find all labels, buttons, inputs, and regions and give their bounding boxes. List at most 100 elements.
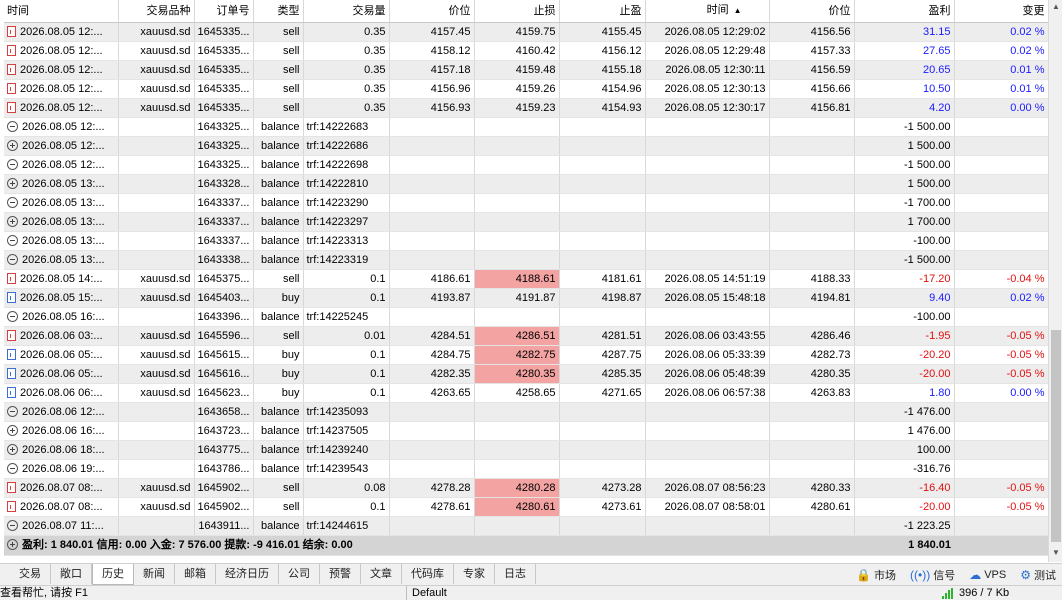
table-row[interactable]: 2026.08.06 06:... xauusd.sd 1645623... buy 0… bbox=[4, 383, 1048, 403]
tab-5[interactable]: 经济日历 bbox=[216, 564, 279, 584]
table-row[interactable]: 2026.08.05 12:... 1643325... balance trf:14… bbox=[4, 136, 1048, 156]
table-row[interactable]: 2026.08.05 14:... xauusd.sd 1645375... sell… bbox=[4, 269, 1048, 289]
tab-10[interactable]: 专家 bbox=[454, 564, 495, 584]
tab-11[interactable]: 日志 bbox=[495, 564, 536, 584]
table-row[interactable]: 2026.08.05 16:... 1643396... balance trf:14… bbox=[4, 307, 1048, 327]
signals-button[interactable]: ((•)) 信号 bbox=[910, 567, 955, 583]
tab-7[interactable]: 预警 bbox=[320, 564, 361, 584]
cell-type: sell bbox=[253, 269, 304, 289]
cell-sl bbox=[474, 117, 560, 137]
minus-circle-icon bbox=[7, 158, 18, 170]
buy-deal-icon bbox=[7, 386, 16, 398]
header-row: 时间 交易品种 订单号 类型 交易量 价位 止损 止盈 时间 ▲ 价位 盈利 变更 bbox=[4, 0, 1048, 23]
cell-time-text: 2026.08.07 08:... bbox=[20, 481, 103, 494]
table-row[interactable]: 2026.08.05 13:... 1643328... balance trf:14… bbox=[4, 174, 1048, 194]
cell-order: 1643337... bbox=[194, 231, 254, 251]
summary-profit: 1 840.01 bbox=[854, 535, 954, 556]
minus-circle-icon bbox=[7, 310, 18, 322]
history-grid[interactable]: 时间 交易品种 订单号 类型 交易量 价位 止损 止盈 时间 ▲ 价位 盈利 变更… bbox=[4, 0, 1048, 558]
col-header-profit[interactable]: 盈利 bbox=[854, 0, 955, 23]
table-row[interactable]: 2026.08.07 08:... xauusd.sd 1645902... sell… bbox=[4, 497, 1048, 517]
table-row[interactable]: 2026.08.06 03:... xauusd.sd 1645596... sell… bbox=[4, 326, 1048, 346]
tab-0[interactable]: 交易 bbox=[10, 564, 51, 584]
cell-sl bbox=[474, 516, 560, 536]
table-row[interactable]: 2026.08.05 12:... xauusd.sd 1645335... sell… bbox=[4, 22, 1048, 42]
table-row[interactable]: 2026.08.06 18:... 1643775... balance trf:14… bbox=[4, 440, 1048, 460]
tester-button[interactable]: ⚙ 测试 bbox=[1020, 567, 1056, 583]
table-row[interactable]: 2026.08.05 12:... 1643325... balance trf:14… bbox=[4, 155, 1048, 175]
table-row[interactable]: 2026.08.05 12:... xauusd.sd 1645335... sell… bbox=[4, 60, 1048, 80]
table-row[interactable]: 2026.08.07 08:... xauusd.sd 1645902... sell… bbox=[4, 478, 1048, 498]
minus-circle-icon bbox=[7, 253, 18, 265]
col-header-type[interactable]: 类型 bbox=[253, 0, 304, 23]
col-header-sl[interactable]: 止损 bbox=[474, 0, 560, 23]
tab-4[interactable]: 邮箱 bbox=[175, 564, 216, 584]
cell-symbol: xauusd.sd bbox=[118, 41, 195, 61]
cell-change bbox=[954, 307, 1048, 327]
cell-order: 1643775... bbox=[194, 440, 254, 460]
col-header-order[interactable]: 订单号 bbox=[194, 0, 254, 23]
cell-close-price bbox=[769, 307, 855, 327]
scroll-up-arrow-icon[interactable]: ▲ bbox=[1049, 0, 1062, 14]
table-row[interactable]: 2026.08.05 13:... 1643337... balance trf:14… bbox=[4, 231, 1048, 251]
table-row[interactable]: 2026.08.05 13:... 1643337... balance trf:14… bbox=[4, 212, 1048, 232]
cell-type: balance bbox=[253, 231, 304, 251]
cell-profit: -1.95 bbox=[854, 326, 955, 346]
table-row[interactable]: 2026.08.06 19:... 1643786... balance trf:14… bbox=[4, 459, 1048, 479]
tester-icon: ⚙ bbox=[1020, 568, 1031, 582]
table-row[interactable]: 2026.08.05 12:... xauusd.sd 1645335... sell… bbox=[4, 79, 1048, 99]
vps-button[interactable]: ☁ VPS bbox=[969, 568, 1006, 582]
sell-deal-icon bbox=[7, 44, 16, 56]
scroll-down-arrow-icon[interactable]: ▼ bbox=[1049, 546, 1062, 560]
col-header-time[interactable]: 时间 bbox=[4, 0, 119, 23]
col-header-tp[interactable]: 止盈 bbox=[559, 0, 646, 23]
scrollbar-thumb[interactable] bbox=[1051, 330, 1061, 542]
table-row[interactable]: 2026.08.07 11:... 1643911... balance trf:14… bbox=[4, 516, 1048, 536]
market-button[interactable]: 🔒 市场 bbox=[856, 567, 896, 583]
table-row[interactable]: 2026.08.05 15:... xauusd.sd 1645403... buy 0… bbox=[4, 288, 1048, 308]
cell-time: 2026.08.05 13:... bbox=[4, 231, 119, 251]
col-header-volume[interactable]: 交易量 bbox=[303, 0, 390, 23]
cell-sl: 4286.51 bbox=[474, 326, 560, 346]
cell-tp: 4281.51 bbox=[559, 326, 646, 346]
col-header-change[interactable]: 变更 bbox=[954, 0, 1048, 23]
tab-9[interactable]: 代码库 bbox=[402, 564, 454, 584]
table-row[interactable]: 2026.08.06 16:... 1643723... balance trf:14… bbox=[4, 421, 1048, 441]
table-row[interactable]: 2026.08.05 13:... 1643337... balance trf:14… bbox=[4, 193, 1048, 213]
col-header-close-time[interactable]: 时间 ▲ bbox=[645, 0, 770, 23]
cell-symbol: xauusd.sd bbox=[118, 478, 195, 498]
vertical-scrollbar[interactable]: ▲ ▼ bbox=[1048, 0, 1062, 562]
cell-tp: 4285.35 bbox=[559, 364, 646, 384]
table-row[interactable]: 2026.08.05 12:... xauusd.sd 1645335... sell… bbox=[4, 98, 1048, 118]
plus-circle-icon bbox=[7, 215, 18, 227]
cell-tp bbox=[559, 421, 646, 441]
col-header-close-price[interactable]: 价位 bbox=[769, 0, 855, 23]
col-header-price[interactable]: 价位 bbox=[389, 0, 475, 23]
summary-row: 盈利: 1 840.01 信用: 0.00 入金: 7 576.00 提款: -… bbox=[4, 535, 1048, 556]
cell-symbol bbox=[118, 193, 195, 213]
cell-change: 0.00 % bbox=[954, 383, 1048, 403]
tab-8[interactable]: 文章 bbox=[361, 564, 402, 584]
table-row[interactable]: 2026.08.06 05:... xauusd.sd 1645616... buy 0… bbox=[4, 364, 1048, 384]
cell-tp: 4155.18 bbox=[559, 60, 646, 80]
cell-order: 1645335... bbox=[194, 60, 254, 80]
cell-change: 0.02 % bbox=[954, 288, 1048, 308]
table-row[interactable]: 2026.08.05 12:... 1643325... balance trf:14… bbox=[4, 117, 1048, 137]
sell-deal-icon bbox=[7, 500, 16, 512]
cell-order: 1643325... bbox=[194, 117, 254, 137]
table-row[interactable]: 2026.08.05 13:... 1643338... balance trf:14… bbox=[4, 250, 1048, 270]
cell-time-text: 2026.08.06 19:... bbox=[22, 462, 105, 475]
cell-type: sell bbox=[253, 98, 304, 118]
col-header-symbol[interactable]: 交易品种 bbox=[118, 0, 195, 23]
table-row[interactable]: 2026.08.05 12:... xauusd.sd 1645335... sell… bbox=[4, 41, 1048, 61]
tab-2[interactable]: 历史 bbox=[92, 564, 134, 585]
expand-plus-icon[interactable] bbox=[7, 539, 18, 550]
table-row[interactable]: 2026.08.06 12:... 1643658... balance trf:14… bbox=[4, 402, 1048, 422]
cell-close-price: 4156.81 bbox=[769, 98, 855, 118]
cell-price bbox=[389, 250, 475, 270]
tab-1[interactable]: 敞口 bbox=[51, 564, 92, 584]
cell-close-price: 4156.59 bbox=[769, 60, 855, 80]
table-row[interactable]: 2026.08.06 05:... xauusd.sd 1645615... buy 0… bbox=[4, 345, 1048, 365]
tab-3[interactable]: 新闻 bbox=[134, 564, 175, 584]
tab-6[interactable]: 公司 bbox=[279, 564, 320, 584]
